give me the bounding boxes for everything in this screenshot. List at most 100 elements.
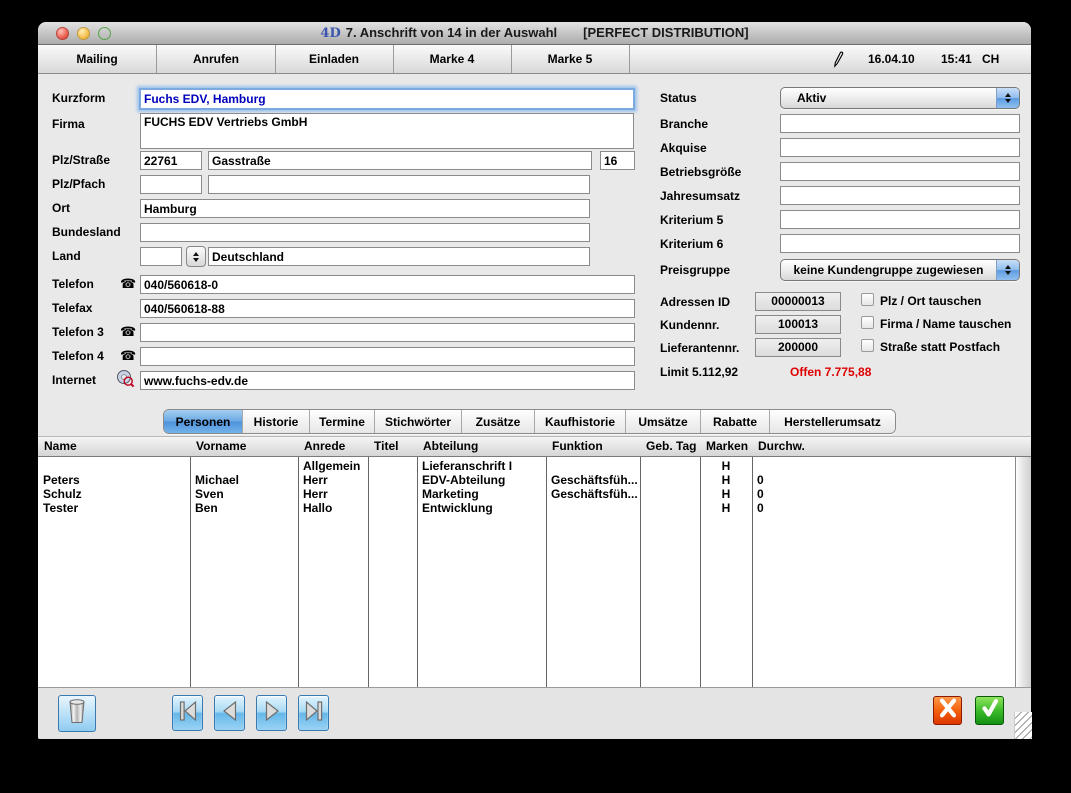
column-header-marken[interactable]: Marken xyxy=(700,439,752,453)
window-title-area: 4D7. Anschrift von 14 in der Auswahl[PER… xyxy=(38,25,1031,41)
previous-record-button[interactable] xyxy=(214,695,245,731)
firma-name-tauschen-checkbox[interactable] xyxy=(861,316,874,329)
4d-logo: 4D xyxy=(320,26,340,41)
column-header-abteilung[interactable]: Abteilung xyxy=(417,439,546,453)
hausnummer-input[interactable] xyxy=(600,151,635,170)
column-header-vorname[interactable]: Vorname xyxy=(190,439,298,453)
cell-vorname: Michael xyxy=(190,473,298,487)
next-record-button[interactable] xyxy=(256,695,287,731)
toolbar-button-marke4[interactable]: Marke 4 xyxy=(393,45,512,73)
detail-tabs: Personen Historie Termine Stichwörter Zu… xyxy=(163,409,896,434)
user-initials-label: CH xyxy=(982,45,999,73)
tab-stichwoerter[interactable]: Stichwörter xyxy=(374,410,461,433)
branche-input[interactable] xyxy=(780,114,1020,133)
cell-anrede: Herr xyxy=(298,473,368,487)
ort-input[interactable] xyxy=(140,199,590,218)
telefax-input[interactable] xyxy=(140,299,635,318)
phone-icon[interactable]: ☎ xyxy=(120,349,136,362)
strasse-statt-postfach-checkbox[interactable] xyxy=(861,339,874,352)
column-header-gebtag[interactable]: Geb. Tag xyxy=(640,439,700,453)
column-header-durchw[interactable]: Durchw. xyxy=(752,439,852,453)
table-row[interactable]: Schulz Sven Herr Marketing Geschäftsfüh.… xyxy=(38,487,1015,501)
cell-gebtag xyxy=(640,487,700,501)
table-header: Name Vorname Anrede Titel Abteilung Funk… xyxy=(38,436,1031,457)
pencil-icon[interactable] xyxy=(831,45,844,73)
cell-name: Schulz xyxy=(38,487,190,501)
tab-herstellerumsatz[interactable]: Herstellerumsatz xyxy=(769,410,895,433)
kriterium6-input[interactable] xyxy=(780,234,1020,253)
tab-termine[interactable]: Termine xyxy=(309,410,374,433)
land-stepper[interactable] xyxy=(186,246,206,267)
betriebsgroesse-label: Betriebsgröße xyxy=(660,165,741,179)
tab-zusaetze[interactable]: Zusätze xyxy=(461,410,534,433)
cell-gebtag xyxy=(640,459,700,473)
toolbar-button-einladen[interactable]: Einladen xyxy=(275,45,394,73)
plz-input[interactable] xyxy=(140,151,202,170)
internet-input[interactable] xyxy=(140,371,635,390)
telefon4-label: Telefon 4 xyxy=(52,349,104,363)
bundesland-label: Bundesland xyxy=(52,225,121,239)
status-popup[interactable]: Aktiv xyxy=(780,87,1020,109)
pfach-plz-input[interactable] xyxy=(140,175,202,194)
land-name-input[interactable] xyxy=(208,247,590,266)
adressen-id-value: 00000013 xyxy=(755,292,841,311)
last-record-button[interactable] xyxy=(298,695,329,731)
cell-durchw: 0 xyxy=(752,473,852,487)
phone-icon[interactable]: ☎ xyxy=(120,277,136,290)
table-row[interactable]: Allgemein Lieferanschrift I H xyxy=(38,459,1015,473)
plz-ort-tauschen-label: Plz / Ort tauschen xyxy=(880,294,981,308)
toolbar-button-anrufen[interactable]: Anrufen xyxy=(157,45,276,73)
first-record-button[interactable] xyxy=(172,695,203,731)
cell-abteilung: Marketing xyxy=(417,487,546,501)
kriterium5-input[interactable] xyxy=(780,210,1020,229)
table-scrollbar[interactable] xyxy=(1015,457,1031,687)
betriebsgroesse-input[interactable] xyxy=(780,162,1020,181)
tab-personen[interactable]: Personen xyxy=(164,410,242,433)
column-header-name[interactable]: Name xyxy=(38,439,190,453)
delete-record-button[interactable] xyxy=(58,695,96,732)
globe-search-icon[interactable] xyxy=(116,369,135,393)
application-window: 4D7. Anschrift von 14 in der Auswahl[PER… xyxy=(38,22,1031,739)
cell-name xyxy=(38,459,190,473)
window-context-title: [PERFECT DISTRIBUTION] xyxy=(583,25,748,40)
resize-grip[interactable] xyxy=(1014,712,1032,739)
akquise-label: Akquise xyxy=(660,141,707,155)
cancel-button[interactable] xyxy=(933,696,962,725)
akquise-input[interactable] xyxy=(780,138,1020,157)
popup-arrows-icon xyxy=(996,88,1019,108)
column-header-anrede[interactable]: Anrede xyxy=(298,439,368,453)
cell-titel xyxy=(368,487,417,501)
cell-abteilung: EDV-Abteilung xyxy=(417,473,546,487)
cell-vorname: Ben xyxy=(190,501,298,515)
table-row[interactable]: Peters Michael Herr EDV-Abteilung Geschä… xyxy=(38,473,1015,487)
cell-gebtag xyxy=(640,473,700,487)
bundesland-input[interactable] xyxy=(140,223,590,242)
cell-titel xyxy=(368,459,417,473)
kurzform-input[interactable] xyxy=(139,88,635,110)
toolbar-button-marke5[interactable]: Marke 5 xyxy=(511,45,630,73)
confirm-button[interactable] xyxy=(975,696,1004,725)
plz-strasse-label: Plz/Straße xyxy=(52,153,110,167)
telefon-input[interactable] xyxy=(140,275,635,294)
tab-historie[interactable]: Historie xyxy=(242,410,309,433)
column-header-titel[interactable]: Titel xyxy=(368,439,417,453)
jahresumsatz-input[interactable] xyxy=(780,186,1020,205)
plz-ort-tauschen-checkbox[interactable] xyxy=(861,293,874,306)
tab-rabatte[interactable]: Rabatte xyxy=(700,410,769,433)
table-row[interactable]: Tester Ben Hallo Entwicklung H 0 xyxy=(38,501,1015,515)
telefon3-input[interactable] xyxy=(140,323,635,342)
titlebar[interactable]: 4D7. Anschrift von 14 in der Auswahl[PER… xyxy=(38,22,1031,45)
tab-kaufhistorie[interactable]: Kaufhistorie xyxy=(534,410,625,433)
firma-input[interactable]: FUCHS EDV Vertriebs GmbH xyxy=(140,113,634,149)
land-code-input[interactable] xyxy=(140,247,182,266)
telefon4-input[interactable] xyxy=(140,347,635,366)
cell-vorname xyxy=(190,459,298,473)
strasse-input[interactable] xyxy=(208,151,592,170)
branche-label: Branche xyxy=(660,117,708,131)
preisgruppe-popup[interactable]: keine Kundengruppe zugewiesen xyxy=(780,259,1020,281)
postfach-input[interactable] xyxy=(208,175,590,194)
column-header-funktion[interactable]: Funktion xyxy=(546,439,640,453)
phone-icon[interactable]: ☎ xyxy=(120,325,136,338)
tab-umsaetze[interactable]: Umsätze xyxy=(625,410,700,433)
toolbar-button-mailing[interactable]: Mailing xyxy=(38,45,157,73)
